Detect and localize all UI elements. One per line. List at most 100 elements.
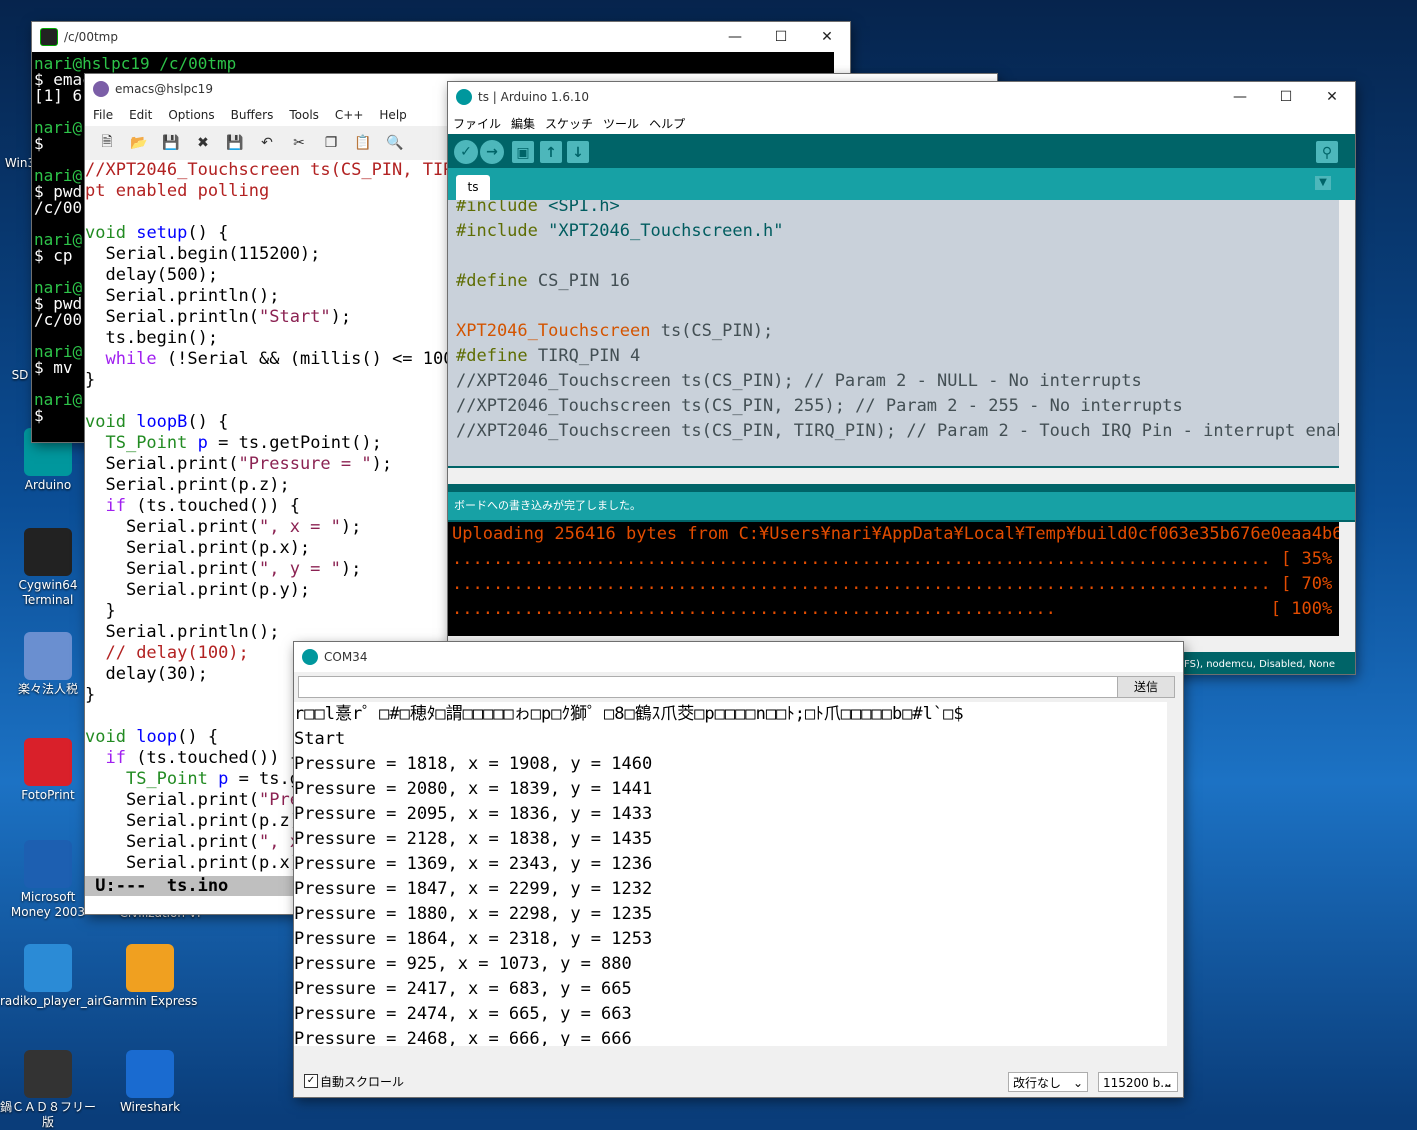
arduino-window[interactable]: ts | Arduino 1.6.10 — ☐ ✕ ファイル 編集 スケッチ ツールヘ… — [448, 82, 1355, 674]
emacs-menu-item[interactable]: Edit — [129, 108, 152, 122]
emacs-menu-item[interactable]: Tools — [289, 108, 319, 122]
desktop-icon[interactable]: Wireshark — [102, 1050, 198, 1115]
baud-rate-select[interactable]: 115200 b... ⌄ — [1098, 1072, 1178, 1092]
open-folder-icon[interactable]: 📂 — [128, 132, 150, 154]
minimize-button[interactable]: — — [1217, 82, 1263, 112]
serial-line: Pressure = 2128, x = 1838, y = 1435 — [294, 829, 653, 849]
arduino-console[interactable]: Uploading 256416 bytes from C:¥Users¥nar… — [448, 522, 1339, 636]
close-button[interactable]: ✕ — [804, 22, 850, 52]
serial-monitor-icon[interactable]: ⚲ — [1316, 141, 1338, 163]
serial-vertical-scrollbar[interactable] — [1167, 702, 1183, 1046]
arduino-menubar: ファイル 編集 スケッチ ツール ヘルプ — [448, 112, 1355, 134]
undo-icon[interactable]: ↶ — [256, 132, 278, 154]
tab-ts[interactable]: ts — [456, 175, 490, 200]
arduino-app-icon — [456, 89, 472, 105]
console-line: ........................................… — [452, 574, 1339, 594]
code-line: //XPT2046_Touchscreen ts(CS_PIN, TIRQ_PI… — [456, 421, 1355, 441]
desktop-icon[interactable]: FotoPrint — [0, 738, 96, 803]
save-file-icon[interactable]: 💾 — [160, 132, 182, 154]
desktop-app-icon — [24, 738, 72, 786]
editor-horizontal-scrollbar[interactable] — [448, 468, 1355, 484]
arduino-title: ts | Arduino 1.6.10 — [478, 90, 590, 104]
serial-monitor-titlebar[interactable]: COM34 — [294, 642, 1183, 672]
serial-line: Pressure = 925, x = 1073, y = 880 — [294, 954, 632, 974]
code-line: //XPT2046_Touchscreen ts(CS_PIN, 255); /… — [456, 396, 1183, 416]
close-button[interactable]: ✕ — [1309, 82, 1355, 112]
maximize-button[interactable]: ☐ — [1263, 82, 1309, 112]
emacs-menu-item[interactable]: Help — [379, 108, 406, 122]
upload-icon[interactable]: → — [480, 140, 504, 164]
paste-icon[interactable]: 📋 — [352, 132, 374, 154]
desktop-icon[interactable]: Cygwin64 Terminal — [0, 528, 96, 608]
code-line: #include "XPT2046_Touchscreen.h" — [456, 221, 784, 241]
desktop-app-icon — [24, 528, 72, 576]
arduino-toolbar: ✓ → ▣ ↑ ↓ ⚲ — [448, 134, 1355, 168]
desktop-icon-label: 鍋ＣＡＤ８フリー版 — [0, 1100, 97, 1129]
serial-line: Pressure = 2468, x = 666, y = 666 — [294, 1029, 632, 1046]
cygwin-title: /c/00tmp — [64, 30, 118, 44]
desktop-icon-label: 楽々法人税 — [17, 682, 78, 696]
desktop-icon[interactable]: Microsoft Money 2003 — [0, 840, 96, 920]
autoscroll-checkbox[interactable]: ✓ — [304, 1074, 318, 1088]
open-sketch-icon[interactable]: ↑ — [540, 141, 562, 163]
save-disk-icon[interactable]: 💾 — [224, 132, 246, 154]
new-sketch-icon[interactable]: ▣ — [512, 141, 534, 163]
desktop-icon[interactable]: Garmin Express — [102, 944, 198, 1009]
desktop-app-icon — [126, 944, 174, 992]
editor-vertical-scrollbar[interactable] — [1339, 200, 1355, 468]
emacs-menu-item[interactable]: C++ — [335, 108, 364, 122]
line-ending-select[interactable]: 改行なし ⌄ — [1008, 1072, 1088, 1092]
emacs-menu-item[interactable]: Options — [168, 108, 214, 122]
desktop-app-icon — [24, 1050, 72, 1098]
arduino-titlebar[interactable]: ts | Arduino 1.6.10 — ☐ ✕ — [448, 82, 1355, 112]
code-line: #define TIRQ_PIN 4 — [456, 346, 641, 366]
serial-line: Pressure = 1880, x = 2298, y = 1235 — [294, 904, 653, 924]
minimize-button[interactable]: — — [712, 22, 758, 52]
serial-line: Pressure = 2417, x = 683, y = 665 — [294, 979, 632, 999]
desktop-icon-label: radiko_player_air — [0, 994, 103, 1008]
close-buffer-icon[interactable]: ✖ — [192, 132, 214, 154]
arduino-menu-item[interactable]: 編集 — [511, 115, 535, 132]
emacs-menu-item[interactable]: Buffers — [231, 108, 274, 122]
desktop-app-icon — [24, 632, 72, 680]
desktop-icon[interactable]: 鍋ＣＡＤ８フリー版 — [0, 1050, 96, 1130]
search-icon[interactable]: 🔍 — [384, 132, 406, 154]
arduino-menu-item[interactable]: ファイル — [453, 115, 501, 132]
desktop-icon[interactable]: radiko_player_air — [0, 944, 103, 1009]
arduino-editor[interactable]: #include <SPI.h> #include "XPT2046_Touchs… — [448, 200, 1355, 466]
cygwin-app-icon — [40, 28, 58, 46]
serial-monitor-title: COM34 — [324, 650, 368, 664]
copy-icon[interactable]: ❐ — [320, 132, 342, 154]
desktop-app-icon — [126, 1050, 174, 1098]
tab-menu-icon[interactable]: ▼ — [1315, 176, 1331, 190]
maximize-button[interactable]: ☐ — [758, 22, 804, 52]
serial-horizontal-scrollbar[interactable] — [294, 1046, 1183, 1062]
cut-icon[interactable]: ✂ — [288, 132, 310, 154]
new-file-icon[interactable]: 🗎 — [96, 132, 118, 154]
verify-icon[interactable]: ✓ — [454, 140, 478, 164]
serial-line: Pressure = 1818, x = 1908, y = 1460 — [294, 754, 653, 774]
serial-output[interactable]: r□□l憙r゜□#□穂ﾀ□謂□□□□□ゎ□p□ｸ獅゜□8□鶴ｽ爪茭□p□□□□n… — [294, 702, 1167, 1046]
serial-monitor-window[interactable]: COM34 送信 r□□l憙r゜□#□穂ﾀ□謂□□□□□ゎ□p□ｸ獅゜□8□鶴ｽ… — [294, 642, 1183, 1097]
serial-line: Pressure = 1864, x = 2318, y = 1253 — [294, 929, 653, 949]
serial-line: Start — [294, 729, 346, 749]
save-sketch-icon[interactable]: ↓ — [567, 141, 589, 163]
serial-line: Pressure = 2080, x = 1839, y = 1441 — [294, 779, 653, 799]
code-line: //XPT2046_Touchscreen ts(CS_PIN); // Par… — [456, 371, 1142, 391]
cygwin-titlebar[interactable]: /c/00tmp — ☐ ✕ — [32, 22, 850, 52]
arduino-app-icon — [302, 649, 318, 665]
arduino-menu-item[interactable]: ツール — [603, 115, 639, 132]
desktop-icon-label: Arduino — [24, 478, 72, 492]
serial-line: Pressure = 2095, x = 1836, y = 1433 — [294, 804, 653, 824]
code-line: XPT2046_Touchscreen ts(CS_PIN); — [456, 321, 774, 341]
desktop-icon[interactable]: 楽々法人税 — [0, 632, 96, 697]
serial-send-input[interactable] — [298, 676, 1118, 698]
code-line: #define CS_PIN 16 — [456, 271, 631, 291]
arduino-menu-item[interactable]: ヘルプ — [649, 115, 685, 132]
send-button[interactable]: 送信 — [1117, 676, 1175, 698]
autoscroll-label: 自動スクロール — [320, 1075, 405, 1089]
code-line: #include <SPI.h> — [456, 200, 620, 216]
console-vertical-scrollbar[interactable] — [1339, 522, 1355, 636]
emacs-menu-item[interactable]: File — [93, 108, 113, 122]
arduino-menu-item[interactable]: スケッチ — [545, 115, 593, 132]
